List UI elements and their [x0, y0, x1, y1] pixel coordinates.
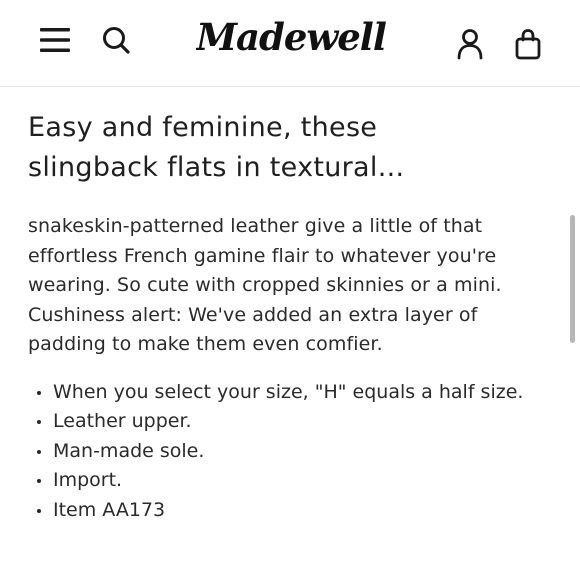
hamburger-menu-icon: [40, 28, 70, 52]
product-description-section: Easy and feminine, these slingback flats…: [28, 108, 558, 525]
list-item: When you select your size, "H" equals a …: [28, 378, 558, 408]
logo-text: Madewell: [196, 15, 386, 59]
product-details-list: When you select your size, "H" equals a …: [28, 378, 558, 526]
list-item-text: When you select your size, "H" equals a …: [53, 380, 524, 403]
search-button[interactable]: [96, 20, 136, 60]
bullet-dot-icon: [37, 390, 41, 395]
site-header: Madewell: [0, 0, 580, 87]
product-description-text: snakeskin-patterned leather give a littl…: [28, 215, 502, 355]
list-item: Import.: [28, 466, 558, 496]
list-item-text: Item AA173: [53, 498, 166, 521]
bullet-dot-icon: [37, 420, 41, 424]
account-button[interactable]: [450, 22, 490, 66]
search-icon: [103, 27, 130, 54]
bullet-dot-icon: [37, 449, 41, 454]
product-description-title: Easy and feminine, these slingback flats…: [28, 112, 405, 183]
list-item: Man-made sole.: [28, 437, 558, 467]
scrollbar-thumb[interactable]: [570, 215, 575, 343]
bullet-dot-icon: [37, 479, 41, 483]
bullet-dot-icon: [37, 508, 41, 513]
shopping-bag-icon: [515, 29, 541, 60]
list-item: Item AA173: [28, 496, 558, 526]
madewell-logo[interactable]: Madewell: [194, 12, 388, 68]
shopping-bag-button[interactable]: [508, 22, 548, 66]
list-item-text: Leather upper.: [53, 410, 192, 432]
menu-button[interactable]: [34, 20, 76, 60]
list-item-text: Man-made sole.: [53, 439, 205, 462]
product-details-page: Madewell Easy and feminine, these slingb…: [0, 0, 580, 580]
list-item-text: Import.: [53, 469, 123, 491]
list-item: Leather upper.: [28, 407, 558, 437]
account-person-icon: [457, 29, 483, 60]
